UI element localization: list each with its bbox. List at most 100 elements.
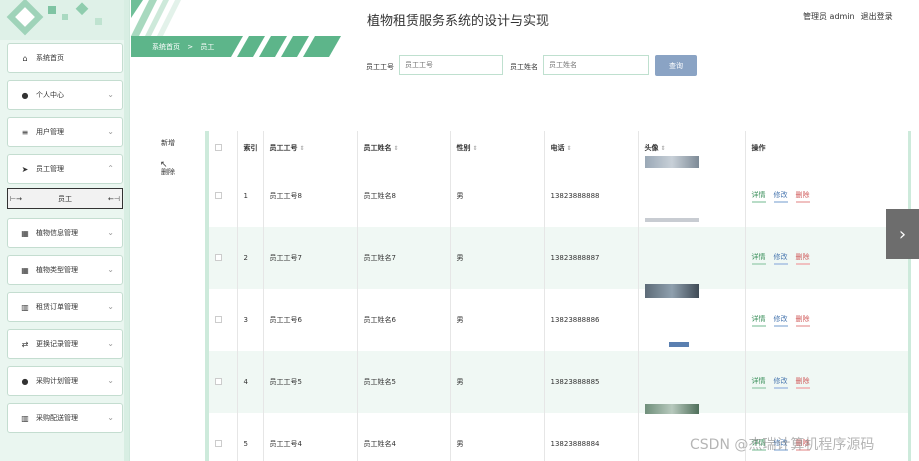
resize-left-icon: ⊢→ [10,194,22,203]
cell-index: 2 [237,227,264,289]
header-phone[interactable]: 电话 ⇕ [544,131,639,165]
cell-emp-name: 员工姓名5 [357,351,451,413]
sidebar-scrollbar[interactable] [124,0,129,461]
sidebar-item-label: 租赁订单管理 [36,303,78,311]
select-all-header[interactable] [209,131,238,165]
cell-gender: 男 [450,351,545,413]
sort-icon[interactable]: ⇕ [394,145,399,152]
cell-phone: 13823888885 [544,351,639,413]
header-gender[interactable]: 性别 ⇕ [450,131,545,165]
delete-link[interactable]: 删除 [795,314,810,327]
sidebar-item-profile[interactable]: ● 个人中心 ⌄ [7,80,123,110]
sidebar-item-plant-info[interactable]: ▦ 植物信息管理 ⌄ [7,218,123,248]
breadcrumb: 系统首页 > 员工 [152,42,214,52]
row-checkbox[interactable] [215,253,222,261]
delete-link[interactable]: 删除 [795,376,810,389]
cell-emp-no: 员工工号6 [263,289,358,351]
sidebar-item-users[interactable]: ≡ 用户管理 ⌄ [7,117,123,147]
app-root: ⌂ 系统首页 ● 个人中心 ⌄ ≡ 用户管理 ⌄ ➤ 员工管理 ⌃ ⊢→ 员工 [0,0,919,461]
delete-link[interactable]: 删除 [795,252,810,265]
header-actions: 操作 [745,131,908,165]
user-area: 管理员 admin 退出登录 [803,11,893,22]
sidebar-item-rental-orders[interactable]: ▥ 租赁订单管理 ⌄ [7,292,123,322]
cell-phone: 13823888888 [544,165,639,227]
chevron-down-icon: ⌄ [107,265,114,274]
chart-icon: ▥ [21,413,29,423]
header-index: 索引 [237,131,264,165]
emp-no-label: 员工工号 [366,63,394,71]
sidebar-subitem-staff[interactable]: ⊢→ 员工 ←⊣ [7,188,123,209]
resize-right-icon: ←⊣ [108,194,120,203]
header-emp-no[interactable]: 员工工号 ⇕ [263,131,358,165]
cell-emp-no: 员工工号7 [263,227,358,289]
cell-emp-no: 员工工号8 [263,165,358,227]
next-page-arrow[interactable]: › [886,209,919,259]
select-all-checkbox[interactable] [215,143,222,151]
row-checkbox[interactable] [215,191,222,199]
home-icon: ⌂ [22,53,28,63]
delete-button[interactable]: 删除 [141,167,195,183]
detail-link[interactable]: 详情 [751,190,766,203]
cell-avatar [638,284,746,351]
swap-icon: ⇄ [21,339,29,349]
edit-link[interactable]: 修改 [773,252,788,265]
search-button[interactable]: 查询 [655,55,697,76]
avatar [644,404,699,414]
cell-emp-name: 员工姓名8 [357,165,451,227]
chevron-down-icon: ⌄ [107,302,114,311]
cell-index: 1 [237,165,264,227]
sidebar-item-label: 系统首页 [36,54,64,62]
cell-emp-name: 员工姓名6 [357,289,451,351]
cell-emp-no: 员工工号4 [263,413,358,461]
list-icon: ≡ [21,127,29,137]
cell-gender: 男 [450,165,545,227]
sort-icon[interactable]: ⇕ [300,145,305,152]
cell-emp-no: 员工工号5 [263,351,358,413]
avatar [668,342,689,347]
sidebar-item-purchase-plan[interactable]: ● 采购计划管理 ⌄ [7,366,123,396]
detail-link[interactable]: 详情 [751,314,766,327]
cell-index: 3 [237,289,264,351]
chart-icon: ▥ [21,302,29,312]
sidebar-item-plant-type[interactable]: ▦ 植物类型管理 ⌄ [7,255,123,285]
cell-index: 4 [237,351,264,413]
sidebar-item-label: 更换记录管理 [36,340,78,348]
add-button-label: 新增 [161,139,175,147]
logout-link[interactable]: 退出登录 [861,12,893,21]
emp-no-input[interactable] [399,55,503,75]
cell-actions: 详情 修改 删除 [745,227,908,289]
row-checkbox[interactable] [215,377,222,385]
row-checkbox[interactable] [215,315,222,323]
header-emp-name[interactable]: 员工姓名 ⇕ [357,131,451,165]
sidebar-item-purchase-delivery[interactable]: ▥ 采购配送管理 ⌄ [7,403,123,433]
sort-icon[interactable]: ⇕ [567,145,572,152]
grid-icon: ▦ [21,265,29,275]
cell-phone: 13823888884 [544,413,639,461]
delete-button-bg [141,176,195,183]
breadcrumb-home[interactable]: 系统首页 [152,43,180,51]
emp-name-input[interactable] [543,55,649,75]
table-row: 3 员工工号6 员工姓名6 男 13823888886 详情 修改 删除 [209,284,908,351]
sort-icon[interactable]: ⇕ [661,145,666,152]
sidebar-item-replacements[interactable]: ⇄ 更换记录管理 ⌄ [7,329,123,359]
edit-link[interactable]: 修改 [773,376,788,389]
row-checkbox[interactable] [215,439,222,447]
sort-icon[interactable]: ⇕ [473,145,478,152]
edit-link[interactable]: 修改 [773,314,788,327]
add-button[interactable]: 新增 [141,138,195,154]
sidebar-item-label: 采购计划管理 [36,377,78,385]
sidebar-item-staff[interactable]: ➤ 员工管理 ⌃ [7,154,123,184]
chevron-down-icon: ⌄ [107,413,114,422]
sidebar-item-label: 采购配送管理 [36,414,78,422]
table-row: 2 员工工号7 员工姓名7 男 13823888887 详情 修改 删除 [209,218,908,289]
cell-gender: 男 [450,227,545,289]
cell-index: 5 [237,413,264,461]
edit-link[interactable]: 修改 [773,190,788,203]
chevron-down-icon: ⌄ [107,90,114,99]
detail-link[interactable]: 详情 [751,252,766,265]
delete-link[interactable]: 删除 [795,190,810,203]
sidebar-item-label: 植物信息管理 [36,229,78,237]
cell-actions: 详情 修改 删除 [745,165,908,227]
detail-link[interactable]: 详情 [751,376,766,389]
sidebar-item-home[interactable]: ⌂ 系统首页 [7,43,123,73]
